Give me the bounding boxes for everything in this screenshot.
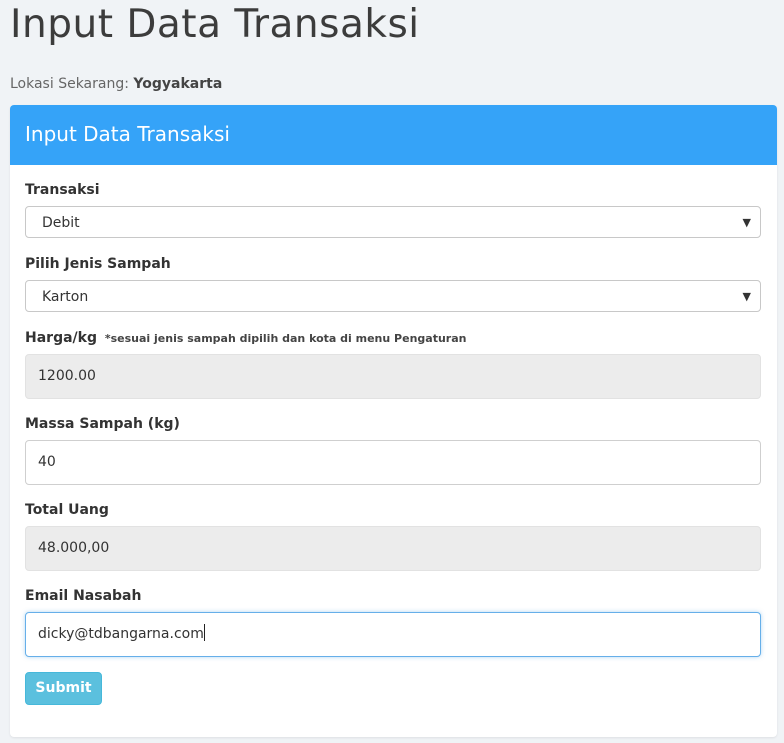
massa-label: Massa Sampah (kg) (25, 416, 180, 432)
submit-button[interactable]: Submit (25, 672, 102, 705)
transaksi-group: Transaksi Debit ▼ (25, 180, 761, 238)
jenis-sampah-group: Pilih Jenis Sampah Karton ▼ (25, 254, 761, 312)
jenis-sampah-select-value: Karton (42, 289, 89, 305)
text-cursor (203, 624, 205, 641)
harga-label: Harga/kg *sesuai jenis sampah dipilih da… (25, 328, 761, 348)
email-input[interactable]: dicky@tdbangarna.com (25, 612, 761, 657)
transaksi-select[interactable]: Debit ▼ (25, 206, 761, 238)
transaksi-select-value: Debit (42, 215, 80, 231)
panel-heading: Input Data Transaksi (10, 105, 777, 165)
harga-group: Harga/kg *sesuai jenis sampah dipilih da… (25, 328, 761, 399)
location-label: Lokasi Sekarang: (10, 76, 129, 92)
email-input-value: dicky@tdbangarna.com (38, 626, 204, 642)
harga-label-text: Harga/kg (25, 330, 97, 346)
total-label: Total Uang (25, 502, 109, 518)
harga-note: *sesuai jenis sampah dipilih dan kota di… (104, 332, 467, 345)
page-title: Input Data Transaksi (10, 2, 420, 47)
total-field: 48.000,00 (25, 526, 761, 571)
total-group: Total Uang 48.000,00 (25, 500, 761, 571)
caret-down-icon: ▼ (742, 290, 751, 303)
email-group: Email Nasabah dicky@tdbangarna.com (25, 586, 761, 657)
massa-group: Massa Sampah (kg) 40 (25, 414, 761, 485)
jenis-sampah-select[interactable]: Karton ▼ (25, 280, 761, 312)
jenis-sampah-label: Pilih Jenis Sampah (25, 256, 171, 272)
email-label: Email Nasabah (25, 588, 142, 604)
transaksi-label: Transaksi (25, 182, 100, 198)
caret-down-icon: ▼ (742, 216, 751, 229)
transaction-form-panel: Input Data Transaksi Transaksi Debit ▼ P… (10, 105, 777, 737)
harga-field: 1200.00 (25, 354, 761, 399)
current-location: Lokasi Sekarang: Yogyakarta (10, 76, 222, 92)
massa-input[interactable]: 40 (25, 440, 761, 485)
location-value: Yogyakarta (133, 76, 223, 92)
